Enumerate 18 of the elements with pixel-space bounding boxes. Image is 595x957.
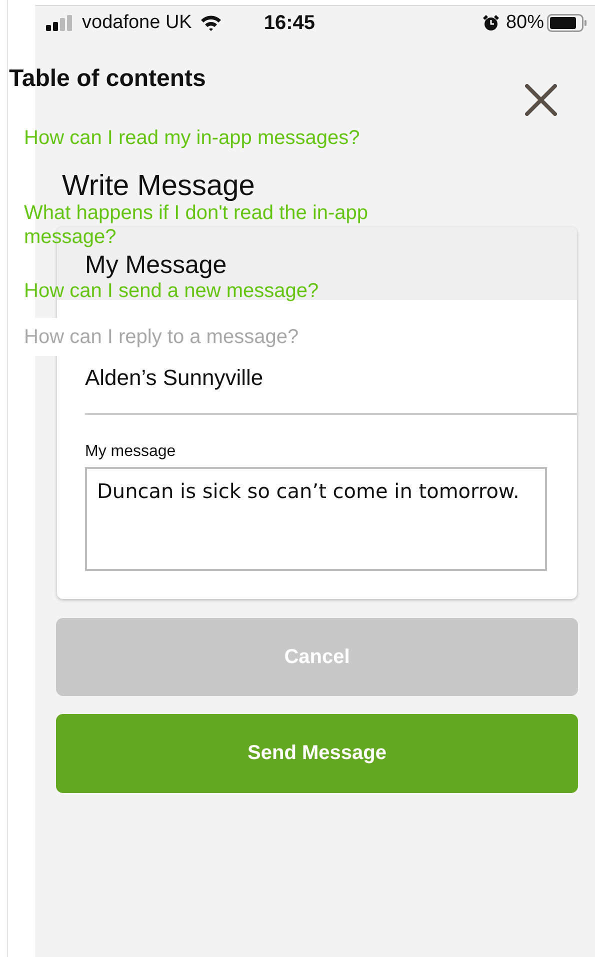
battery-icon bbox=[547, 14, 587, 32]
toc-link[interactable]: How can I read my in-app messages? bbox=[8, 126, 360, 150]
toc-heading: Table of contents bbox=[8, 64, 207, 94]
toc-link[interactable]: How can I send a new message? bbox=[8, 279, 319, 303]
location-value: Alden’s Sunnyville bbox=[85, 364, 264, 392]
carrier-name: vodafone UK bbox=[82, 12, 192, 34]
toc-link[interactable]: What happens if I don't read the in-app message? bbox=[8, 201, 444, 249]
close-icon[interactable] bbox=[525, 84, 557, 116]
clock-time: 16:45 bbox=[264, 12, 316, 34]
screen-title: Write Message bbox=[62, 171, 256, 201]
alarm-clock-icon bbox=[482, 14, 500, 32]
field-label: My message bbox=[85, 443, 177, 461]
signal-icon bbox=[46, 15, 73, 31]
message-field[interactable]: Duncan is sick so can’t come in tomorrow. bbox=[85, 467, 547, 571]
card-title: My Message bbox=[85, 252, 227, 278]
send-button[interactable]: Send Message bbox=[56, 714, 578, 793]
battery-percent: 80% bbox=[506, 12, 544, 34]
wifi-icon bbox=[200, 15, 222, 31]
